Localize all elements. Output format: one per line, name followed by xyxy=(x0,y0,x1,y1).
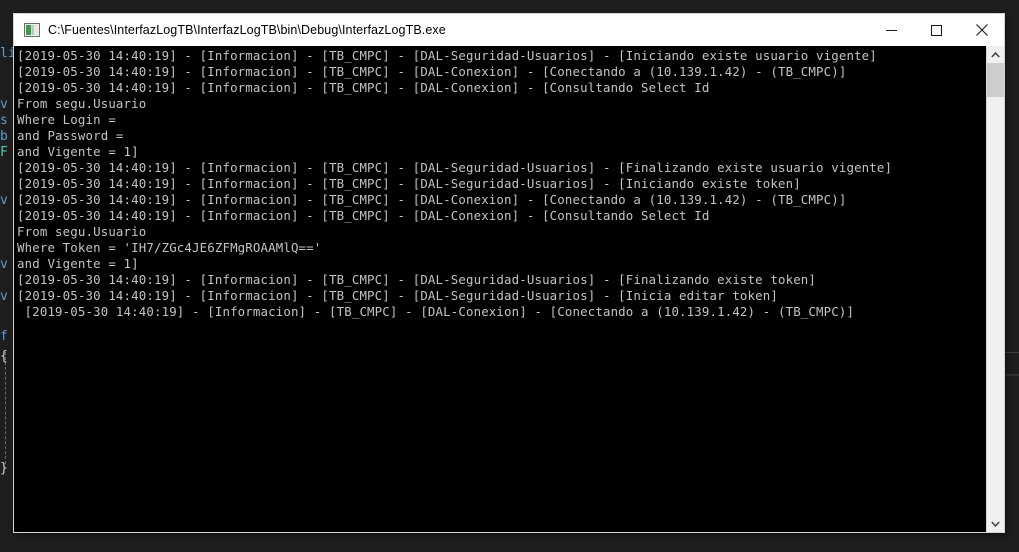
console-app-icon xyxy=(24,23,40,37)
scroll-up-button[interactable] xyxy=(987,46,1004,63)
console-line: [2019-05-30 14:40:19] - [Informacion] - … xyxy=(17,176,801,191)
console-line: [2019-05-30 14:40:19] - [Informacion] - … xyxy=(17,272,817,287)
console-line: [2019-05-30 14:40:19] - [Informacion] - … xyxy=(17,304,855,319)
console-line: [2019-05-30 14:40:19] - [Informacion] - … xyxy=(17,192,847,207)
code-fragment: li xyxy=(0,46,14,61)
console-line: Where Token = 'IH7/ZGc4JE6ZFMgROAAMlQ==' xyxy=(17,240,322,255)
code-fragment: v xyxy=(0,97,8,112)
code-fragment: b xyxy=(0,129,8,144)
code-fragment: v xyxy=(0,257,8,272)
code-fragment: s xyxy=(0,113,8,128)
minimize-icon xyxy=(886,29,897,31)
console-vertical-scrollbar[interactable] xyxy=(986,46,1004,532)
scrollbar-thumb[interactable] xyxy=(987,63,1004,97)
code-fragment: { xyxy=(0,349,8,364)
code-fragment: f xyxy=(0,329,8,344)
code-fragment: v xyxy=(0,289,8,304)
console-output[interactable]: [2019-05-30 14:40:19] - [Informacion] - … xyxy=(14,46,986,532)
console-titlebar[interactable]: C:\Fuentes\InterfazLogTB\InterfazLogTB\b… xyxy=(14,14,1004,47)
console-line: and Vigente = 1] xyxy=(17,144,139,159)
console-line: [2019-05-30 14:40:19] - [Informacion] - … xyxy=(17,64,847,79)
console-title-text: C:\Fuentes\InterfazLogTB\InterfazLogTB\b… xyxy=(48,23,446,37)
close-button[interactable] xyxy=(959,14,1004,46)
console-line: and Vigente = 1] xyxy=(17,256,139,271)
scroll-down-button[interactable] xyxy=(987,515,1004,532)
code-fragment: } xyxy=(0,461,8,476)
console-window[interactable]: C:\Fuentes\InterfazLogTB\InterfazLogTB\b… xyxy=(14,14,1004,532)
minimize-button[interactable] xyxy=(869,14,914,46)
console-line: and Password = xyxy=(17,128,132,143)
console-body[interactable]: [2019-05-30 14:40:19] - [Informacion] - … xyxy=(14,46,1004,532)
console-line: [2019-05-30 14:40:19] - [Informacion] - … xyxy=(17,160,893,175)
console-line: From segu.Usuario xyxy=(17,96,147,111)
console-line: [2019-05-30 14:40:19] - [Informacion] - … xyxy=(17,208,710,223)
console-line: [2019-05-30 14:40:19] - [Informacion] - … xyxy=(17,288,778,303)
maximize-icon xyxy=(931,24,942,36)
console-line: Where Login = xyxy=(17,112,124,127)
window-controls xyxy=(869,14,1004,46)
maximize-button[interactable] xyxy=(914,14,959,46)
code-fold-guide-line xyxy=(5,352,7,464)
console-line: From segu.Usuario xyxy=(17,224,147,239)
console-line: [2019-05-30 14:40:19] - [Informacion] - … xyxy=(17,80,710,95)
code-fragment: F xyxy=(0,145,8,160)
chevron-down-icon xyxy=(991,520,1000,527)
console-line: [2019-05-30 14:40:19] - [Informacion] - … xyxy=(17,48,877,63)
chevron-up-icon xyxy=(991,51,1000,58)
code-fragment: v xyxy=(0,193,8,208)
close-icon xyxy=(975,24,988,36)
